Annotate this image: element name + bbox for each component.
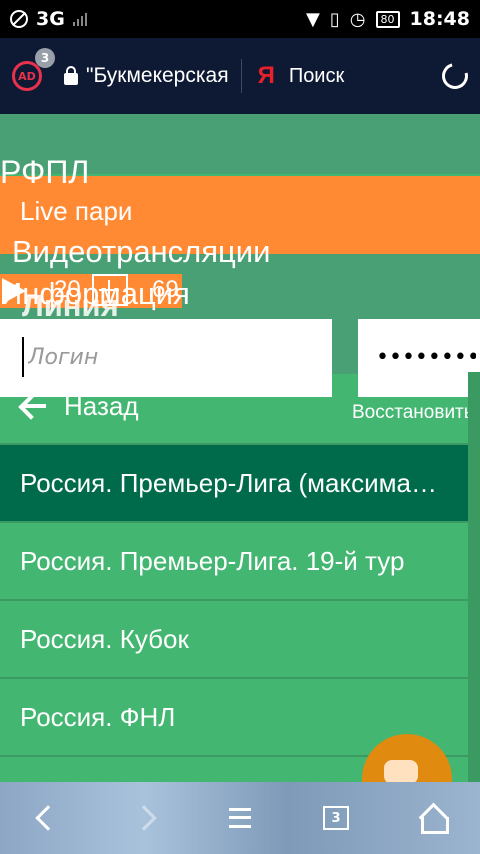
home-button[interactable] <box>408 794 456 842</box>
league-label: Россия. Премьер-Лига (максимальный лимит… <box>20 467 448 498</box>
login-input[interactable] <box>22 337 322 377</box>
adblock-label: AD <box>18 69 36 83</box>
clock: 18:48 <box>409 8 470 30</box>
wifi-icon: ▼ <box>306 8 320 30</box>
menu-icon <box>229 808 251 828</box>
alarm-icon: ◷ <box>349 8 366 30</box>
home-icon <box>419 805 449 834</box>
page-title: РФПЛ <box>0 154 90 190</box>
chat-icon <box>384 760 418 782</box>
no-sim-icon <box>10 10 28 28</box>
league-label: Россия. Премьер-Лига. 19-й тур <box>20 545 405 576</box>
league-label: Россия. Кубок <box>20 623 189 654</box>
league-item[interactable]: Россия. Премьер-Лига. 19-й тур <box>0 523 468 601</box>
signal-icon <box>72 12 87 26</box>
web-page: РФПЛ Live пари Видеотрансляции 20 69 Инф… <box>0 114 480 782</box>
address-bar[interactable]: "Букмекерская <box>86 64 229 88</box>
arrow-left-icon <box>20 395 46 417</box>
search-button[interactable]: Поиск <box>289 65 344 88</box>
restore-password-link[interactable]: Восстановить <box>352 402 474 424</box>
browser-toolbar: AD 3 "Букмекерская Я Поиск <box>0 38 480 114</box>
league-item[interactable]: Россия. Кубок <box>0 601 468 679</box>
scrollbar[interactable] <box>468 372 480 782</box>
chevron-left-icon <box>35 805 61 831</box>
battery-icon: 80 <box>375 10 400 28</box>
live-link[interactable]: Live пари <box>20 196 132 227</box>
league-label: Россия. ФНЛ <box>20 701 176 732</box>
password-input[interactable] <box>376 337 476 377</box>
divider <box>240 59 242 93</box>
lock-icon <box>64 66 78 85</box>
status-bar: 3G ▼ ▯ ◷ 80 18:48 <box>0 0 480 38</box>
network-type: 3G <box>36 8 65 30</box>
yandex-logo-icon[interactable]: Я <box>258 62 275 90</box>
browser-bottom-nav: 3 <box>0 782 480 854</box>
chevron-right-icon <box>131 805 157 831</box>
video-link[interactable]: Видеотрансляции <box>12 234 270 270</box>
tabs-button[interactable]: 3 <box>312 794 360 842</box>
vibrate-icon: ▯ <box>329 8 340 30</box>
reload-icon[interactable] <box>437 58 473 94</box>
adblock-badge: 3 <box>35 48 55 68</box>
menu-button[interactable] <box>216 794 264 842</box>
back-nav-button[interactable] <box>24 794 72 842</box>
forward-nav-button[interactable] <box>120 794 168 842</box>
tabs-icon: 3 <box>323 806 349 830</box>
password-field-box <box>358 319 480 397</box>
adblock-icon[interactable]: AD 3 <box>12 48 55 91</box>
league-item[interactable]: Россия. Премьер-Лига (максимальный лимит… <box>0 445 468 523</box>
login-field-box <box>0 319 332 397</box>
